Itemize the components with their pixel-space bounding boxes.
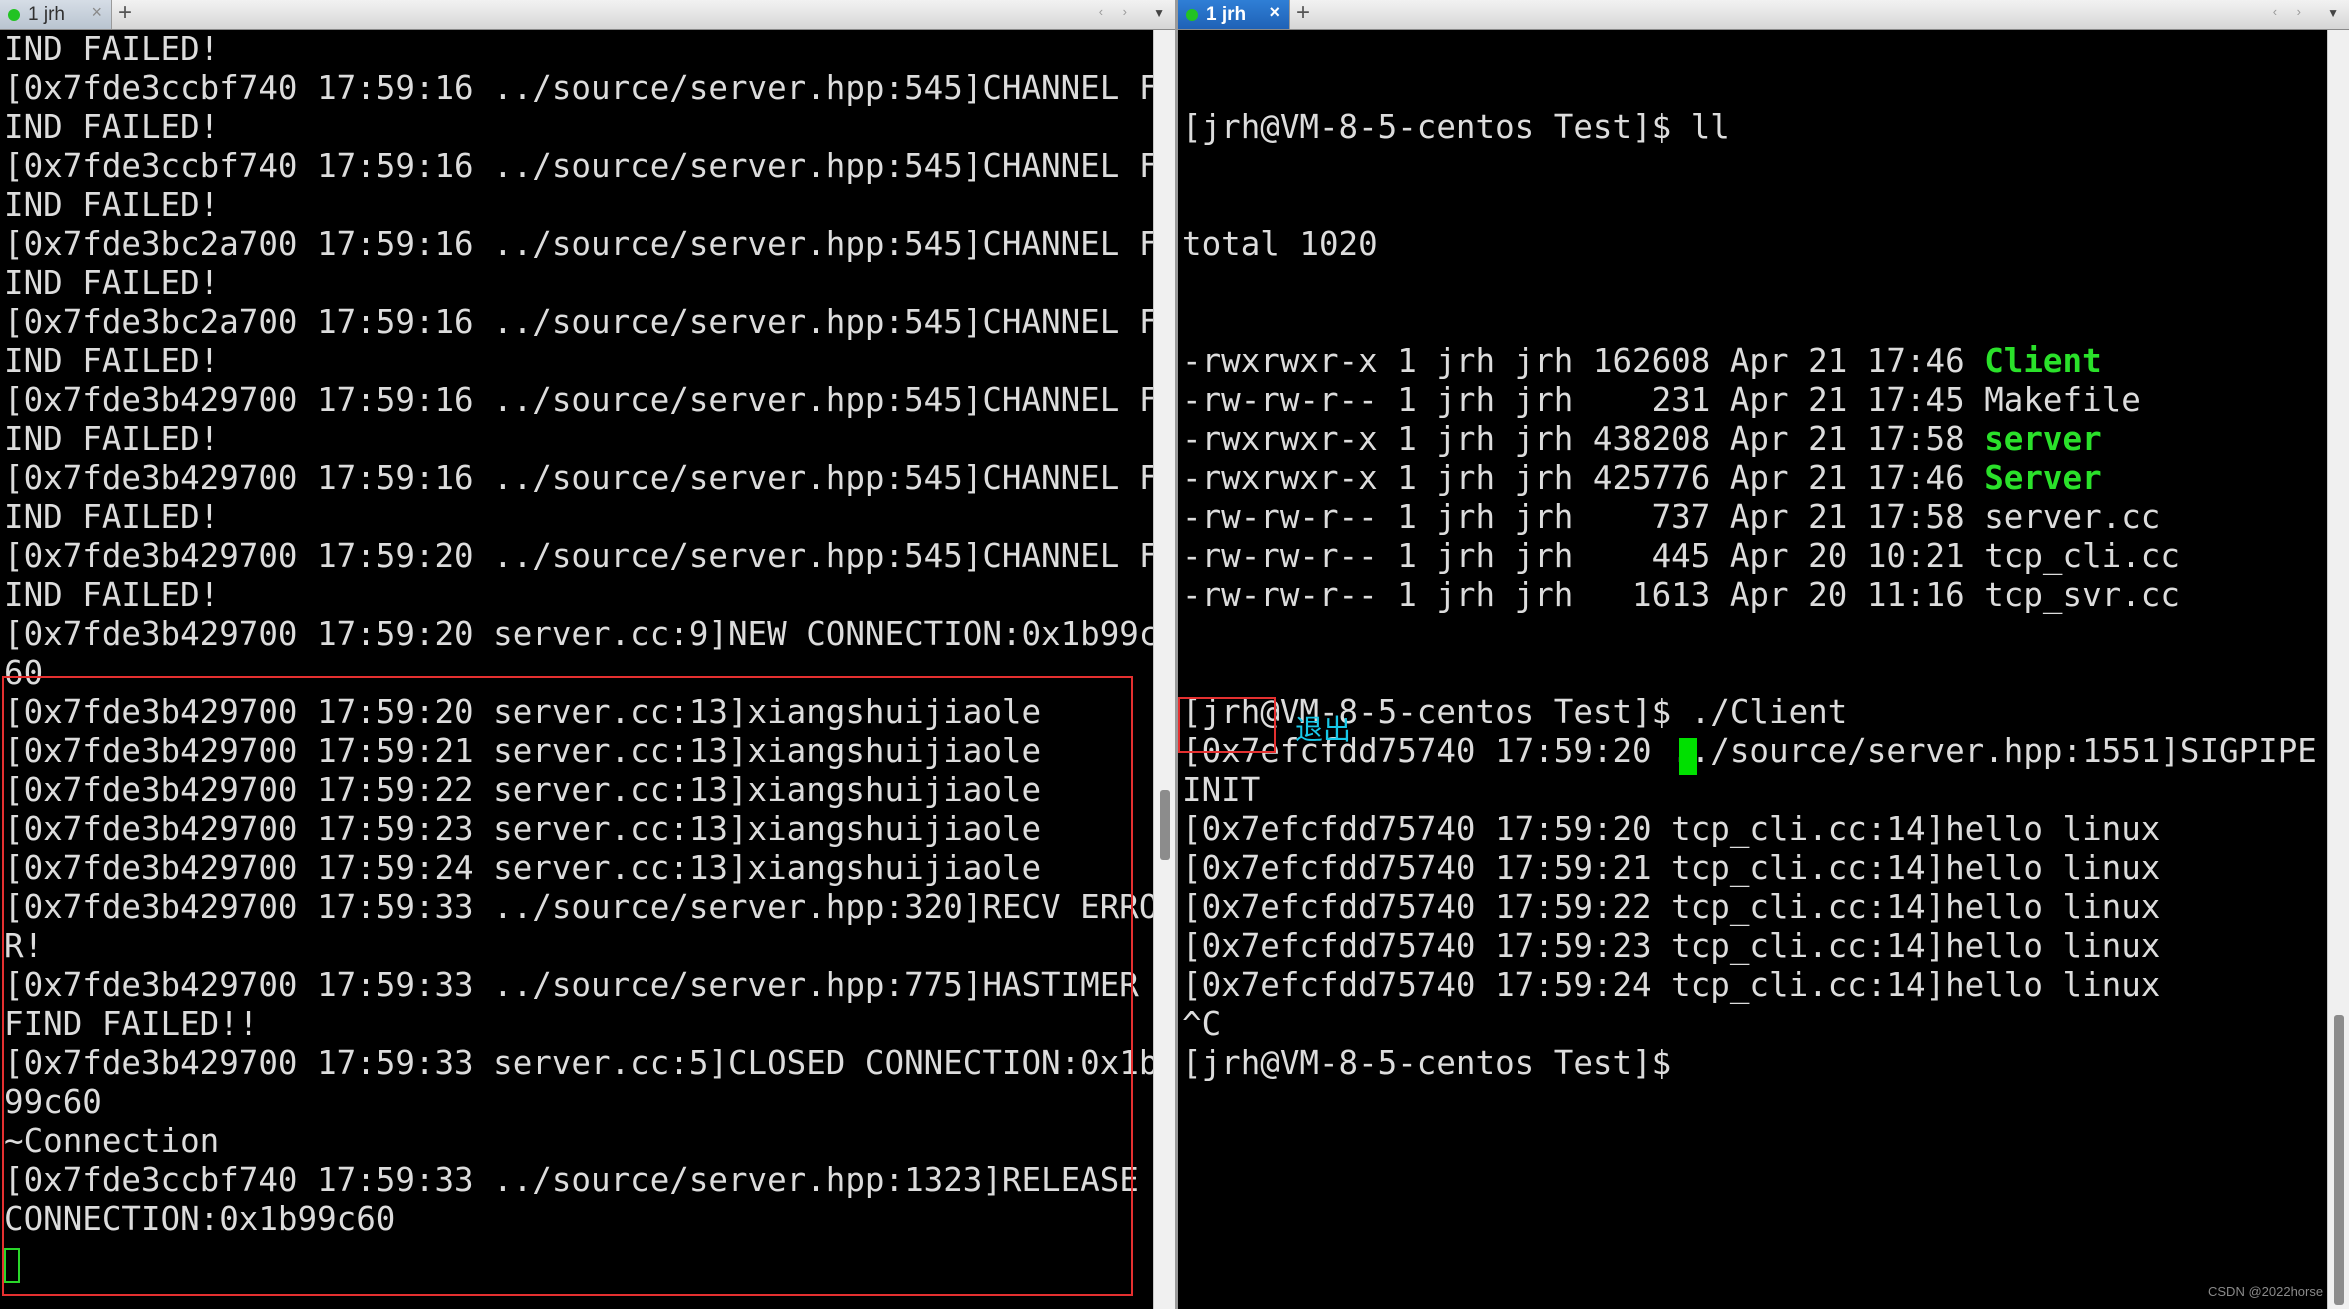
terminal-line: [0x7efcfdd75740 17:59:20 ../source/serve… bbox=[1182, 732, 2317, 770]
terminal-line: IND FAILED! bbox=[4, 420, 220, 458]
file-name: tcp_cli.cc bbox=[1984, 537, 2180, 575]
tab-title: 1 jrh bbox=[1206, 3, 1247, 25]
terminal-line: [0x7efcfdd75740 17:59:20 tcp_cli.cc:14]h… bbox=[1182, 810, 2161, 848]
file-name: Server bbox=[1984, 459, 2102, 497]
listing-row: -rw-rw-r-- 1 jrh jrh 445 Apr 20 10:21 tc… bbox=[1182, 537, 2317, 576]
terminal-line: [jrh@VM-8-5-centos Test]$ ./Client bbox=[1182, 693, 1848, 731]
listing-row: -rwxrwxr-x 1 jrh jrh 162608 Apr 21 17:46… bbox=[1182, 342, 2317, 381]
status-dot-icon bbox=[1186, 8, 1198, 21]
file-meta: -rw-rw-r-- 1 jrh jrh 231 Apr 21 17:45 bbox=[1182, 381, 1985, 419]
terminal-line: IND FAILED! bbox=[4, 108, 220, 146]
close-icon[interactable]: × bbox=[91, 2, 102, 23]
terminal-output: [jrh@VM-8-5-centos Test]$ ll total 1020 … bbox=[1182, 30, 2317, 1161]
terminal-line: [0x7efcfdd75740 17:59:22 tcp_cli.cc:14]h… bbox=[1182, 888, 2161, 926]
terminal-line: [0x7efcfdd75740 17:59:21 tcp_cli.cc:14]h… bbox=[1182, 849, 2161, 887]
listing-row: -rwxrwxr-x 1 jrh jrh 425776 Apr 21 17:46… bbox=[1182, 459, 2317, 498]
watermark: CSDN @2022horse bbox=[2208, 1284, 2324, 1299]
tab-menu-icon[interactable]: ▼ bbox=[2327, 6, 2339, 20]
close-icon[interactable]: × bbox=[1269, 2, 1280, 23]
scrollbar-thumb[interactable] bbox=[2334, 1015, 2344, 1305]
file-meta: -rwxrwxr-x 1 jrh jrh 162608 Apr 21 17:46 bbox=[1182, 342, 1985, 380]
terminal-tab[interactable]: 1 jrh × bbox=[0, 0, 112, 29]
terminal-line: [0x7fde3b429700 17:59:16 ../source/serve… bbox=[4, 459, 1159, 497]
status-dot-icon bbox=[8, 8, 20, 21]
terminal-line: INIT bbox=[1182, 771, 1261, 809]
terminal-line: IND FAILED! bbox=[4, 498, 220, 536]
terminal-line: [0x7fde3ccbf740 17:59:16 ../source/serve… bbox=[4, 147, 1159, 185]
file-name: Client bbox=[1984, 342, 2102, 380]
scrollbar[interactable] bbox=[2327, 30, 2349, 1309]
listing-row: -rw-rw-r-- 1 jrh jrh 231 Apr 21 17:45 Ma… bbox=[1182, 381, 2317, 420]
annotation-label: 退出 bbox=[1295, 713, 1352, 746]
file-name: tcp_svr.cc bbox=[1984, 576, 2180, 614]
terminal-line: [0x7fde3b429700 17:59:20 ../source/serve… bbox=[4, 537, 1159, 575]
terminal-cursor bbox=[1679, 738, 1697, 775]
terminal-line: [0x7fde3bc2a700 17:59:16 ../source/serve… bbox=[4, 303, 1159, 341]
listing-row: -rw-rw-r-- 1 jrh jrh 1613 Apr 20 11:16 t… bbox=[1182, 576, 2317, 615]
directory-listing: -rwxrwxr-x 1 jrh jrh 162608 Apr 21 17:46… bbox=[1182, 342, 2317, 615]
scrollbar[interactable] bbox=[1153, 30, 1175, 1309]
file-name: Makefile bbox=[1984, 381, 2141, 419]
client-output: [jrh@VM-8-5-centos Test]$ ./Client [0x7ef… bbox=[1182, 693, 2317, 1083]
terminal-cursor bbox=[4, 1248, 20, 1283]
terminal-line: [0x7fde3ccbf740 17:59:16 ../source/serve… bbox=[4, 69, 1159, 107]
file-meta: -rwxrwxr-x 1 jrh jrh 438208 Apr 21 17:58 bbox=[1182, 420, 1985, 458]
listing-total: total 1020 bbox=[1182, 225, 1378, 263]
new-tab-button[interactable]: + bbox=[114, 0, 136, 29]
server-terminal-pane[interactable]: 1 jrh × + ‹ › ▼ IND FAILED! [0x7fde3ccbf7… bbox=[0, 0, 1175, 1309]
highlight-box bbox=[1178, 697, 1276, 753]
scrollbar-thumb[interactable] bbox=[1160, 790, 1170, 860]
terminal-line: ^C bbox=[1182, 1005, 1222, 1043]
terminal-line: IND FAILED! bbox=[4, 186, 220, 224]
file-name: server bbox=[1984, 420, 2102, 458]
tab-bar: 1 jrh × + ‹ › ▼ bbox=[0, 0, 1175, 30]
terminal-line: [jrh@VM-8-5-centos Test]$ bbox=[1182, 1044, 1691, 1082]
terminal-line: IND FAILED! bbox=[4, 264, 220, 302]
file-meta: -rw-rw-r-- 1 jrh jrh 445 Apr 20 10:21 bbox=[1182, 537, 1985, 575]
terminal-line: [0x7fde3bc2a700 17:59:16 ../source/serve… bbox=[4, 225, 1159, 263]
tab-scroll-arrows-icon[interactable]: ‹ › bbox=[2273, 4, 2309, 19]
file-meta: -rw-rw-r-- 1 jrh jrh 737 Apr 21 17:58 bbox=[1182, 498, 1985, 536]
listing-row: -rwxrwxr-x 1 jrh jrh 438208 Apr 21 17:58… bbox=[1182, 420, 2317, 459]
file-meta: -rwxrwxr-x 1 jrh jrh 425776 Apr 21 17:46 bbox=[1182, 459, 1985, 497]
file-name: server.cc bbox=[1984, 498, 2161, 536]
highlight-box bbox=[2, 676, 1133, 1296]
terminal-line: [0x7fde3b429700 17:59:16 ../source/serve… bbox=[4, 381, 1159, 419]
tab-menu-icon[interactable]: ▼ bbox=[1153, 6, 1165, 20]
terminal-line: IND FAILED! bbox=[4, 30, 220, 68]
tab-scroll-arrows-icon[interactable]: ‹ › bbox=[1099, 4, 1135, 19]
tab-bar: 1 jrh × + ‹ › ▼ bbox=[1178, 0, 2349, 30]
prompt-line: [jrh@VM-8-5-centos Test]$ ll bbox=[1182, 108, 1730, 146]
new-tab-button[interactable]: + bbox=[1292, 0, 1314, 29]
terminal-line: [0x7fde3b429700 17:59:20 server.cc:9]NEW… bbox=[4, 615, 1159, 653]
terminal-line: IND FAILED! bbox=[4, 342, 220, 380]
terminal-tab[interactable]: 1 jrh × bbox=[1178, 0, 1290, 29]
listing-row: -rw-rw-r-- 1 jrh jrh 737 Apr 21 17:58 se… bbox=[1182, 498, 2317, 537]
file-meta: -rw-rw-r-- 1 jrh jrh 1613 Apr 20 11:16 bbox=[1182, 576, 1985, 614]
terminal-line: [0x7efcfdd75740 17:59:23 tcp_cli.cc:14]h… bbox=[1182, 927, 2161, 965]
terminal-line: IND FAILED! bbox=[4, 576, 220, 614]
tab-title: 1 jrh bbox=[28, 3, 65, 25]
terminal-line: [0x7efcfdd75740 17:59:24 tcp_cli.cc:14]h… bbox=[1182, 966, 2161, 1004]
client-terminal-pane[interactable]: 1 jrh × + ‹ › ▼ [jrh@VM-8-5-centos Test]… bbox=[1178, 0, 2349, 1309]
